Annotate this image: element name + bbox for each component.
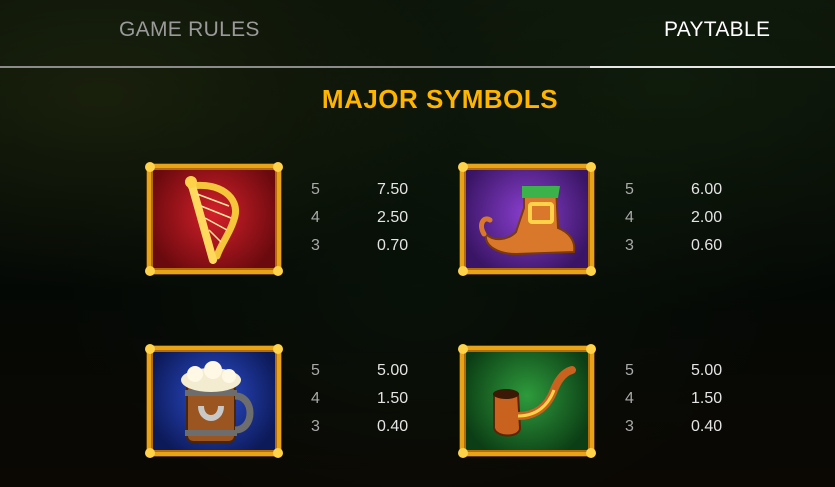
symbol-count: 5 bbox=[625, 181, 634, 198]
tab-bar: GAME RULES PAYTABLE bbox=[0, 0, 835, 68]
payout-value: 2.50 bbox=[377, 209, 409, 226]
payout-value: 0.40 bbox=[377, 418, 409, 435]
beer-mug-icon bbox=[181, 361, 254, 443]
payout-value: 5.00 bbox=[691, 362, 723, 379]
tab-game-rules[interactable]: GAME RULES bbox=[119, 18, 260, 42]
payout-value: 0.40 bbox=[691, 418, 723, 435]
harp-icon bbox=[185, 176, 240, 264]
payout-value: 7.50 bbox=[377, 181, 409, 198]
symbol-count: 3 bbox=[625, 418, 634, 435]
harp-symbol-tile bbox=[145, 162, 283, 276]
symbol-count: 5 bbox=[625, 362, 634, 379]
boot-symbol-tile bbox=[458, 162, 596, 276]
payout-value: 0.60 bbox=[691, 237, 723, 254]
beer-mug-symbol-tile bbox=[145, 344, 283, 458]
symbol-count: 4 bbox=[625, 390, 634, 407]
payout-value: 2.00 bbox=[691, 209, 723, 226]
boot-icon bbox=[479, 185, 576, 256]
symbol-count: 3 bbox=[625, 237, 634, 254]
section-title: MAJOR SYMBOLS bbox=[321, 84, 559, 114]
symbol-count: 3 bbox=[311, 237, 320, 254]
payout-value: 5.00 bbox=[377, 362, 409, 379]
symbol-count: 4 bbox=[625, 209, 634, 226]
payout-value: 6.00 bbox=[691, 181, 723, 198]
symbol-count: 4 bbox=[311, 390, 320, 407]
payout-value: 1.50 bbox=[377, 390, 409, 407]
tab-divider bbox=[0, 66, 835, 68]
payout-value: 0.70 bbox=[377, 237, 409, 254]
symbol-count: 5 bbox=[311, 362, 320, 379]
payout-value: 1.50 bbox=[691, 390, 723, 407]
tab-paytable[interactable]: PAYTABLE bbox=[664, 18, 770, 42]
symbol-count: 5 bbox=[311, 181, 320, 198]
symbol-count: 4 bbox=[311, 209, 320, 226]
pipe-icon bbox=[493, 366, 576, 437]
active-tab-indicator bbox=[590, 66, 835, 68]
pipe-symbol-tile bbox=[458, 344, 596, 458]
symbol-count: 3 bbox=[311, 418, 320, 435]
